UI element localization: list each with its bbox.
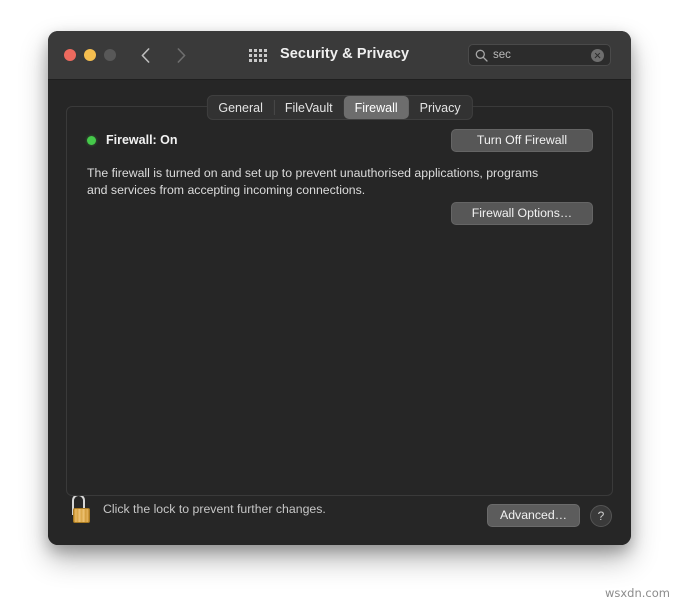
navigation-buttons [134,44,192,66]
tab-filevault[interactable]: FileVault [273,96,344,119]
minimize-window-button[interactable] [84,49,96,61]
search-input[interactable]: sec [493,45,591,65]
grid-dot [259,53,262,57]
grid-dot [254,48,257,52]
watermark: wsxdn.com [604,586,670,600]
search-clear-icon[interactable] [591,48,604,62]
traffic-light-group [64,49,116,61]
grid-dot [249,58,252,62]
close-window-button[interactable] [64,49,76,61]
advanced-button[interactable]: Advanced… [487,504,580,527]
status-indicator-dot [87,135,96,145]
security-privacy-window: Security & Privacy sec Firewall: On Turn… [48,31,631,545]
tab-firewall[interactable]: Firewall [343,96,409,119]
firewall-options-button[interactable]: Firewall Options… [451,202,593,225]
preference-tabs: General FileVault Firewall Privacy [206,95,473,120]
window-titlebar: Security & Privacy sec [48,31,631,80]
firewall-status-row: Firewall: On [87,133,178,147]
padlock-shackle [71,494,85,515]
turn-off-firewall-button[interactable]: Turn Off Firewall [451,129,593,152]
footer-actions: Advanced… ? [487,504,612,527]
window-footer: Click the lock to prevent further change… [48,488,631,545]
lock-area[interactable]: Click the lock to prevent further change… [69,494,326,524]
tab-privacy[interactable]: Privacy [409,96,472,119]
firewall-panel: Firewall: On Turn Off Firewall The firew… [66,106,613,496]
grid-dot [249,53,252,57]
grid-dot [259,48,262,52]
help-button[interactable]: ? [590,504,612,527]
chevron-right-icon [177,47,185,63]
window-body: Firewall: On Turn Off Firewall The firew… [48,80,631,545]
show-all-preferences-grid-icon[interactable] [248,47,268,63]
grid-dot [264,48,267,52]
grid-dot [254,58,257,62]
grid-dot [264,53,267,57]
firewall-description: The firewall is turned on and set up to … [87,166,539,197]
tab-general[interactable]: General [207,96,273,119]
grid-dot [249,48,252,52]
unlocked-padlock-icon[interactable] [69,494,91,524]
chevron-left-icon [141,47,149,63]
zoom-window-button[interactable] [104,49,116,61]
forward-button[interactable] [170,44,192,66]
back-button[interactable] [134,44,156,66]
search-icon [475,49,488,62]
firewall-status-label: Firewall: On [106,133,178,147]
lock-hint-label: Click the lock to prevent further change… [103,502,326,516]
search-field[interactable]: sec [468,44,611,66]
padlock-body [73,508,90,523]
grid-dot [259,58,262,62]
grid-dot [254,53,257,57]
grid-dot [264,58,267,62]
page-title: Security & Privacy [280,46,410,62]
